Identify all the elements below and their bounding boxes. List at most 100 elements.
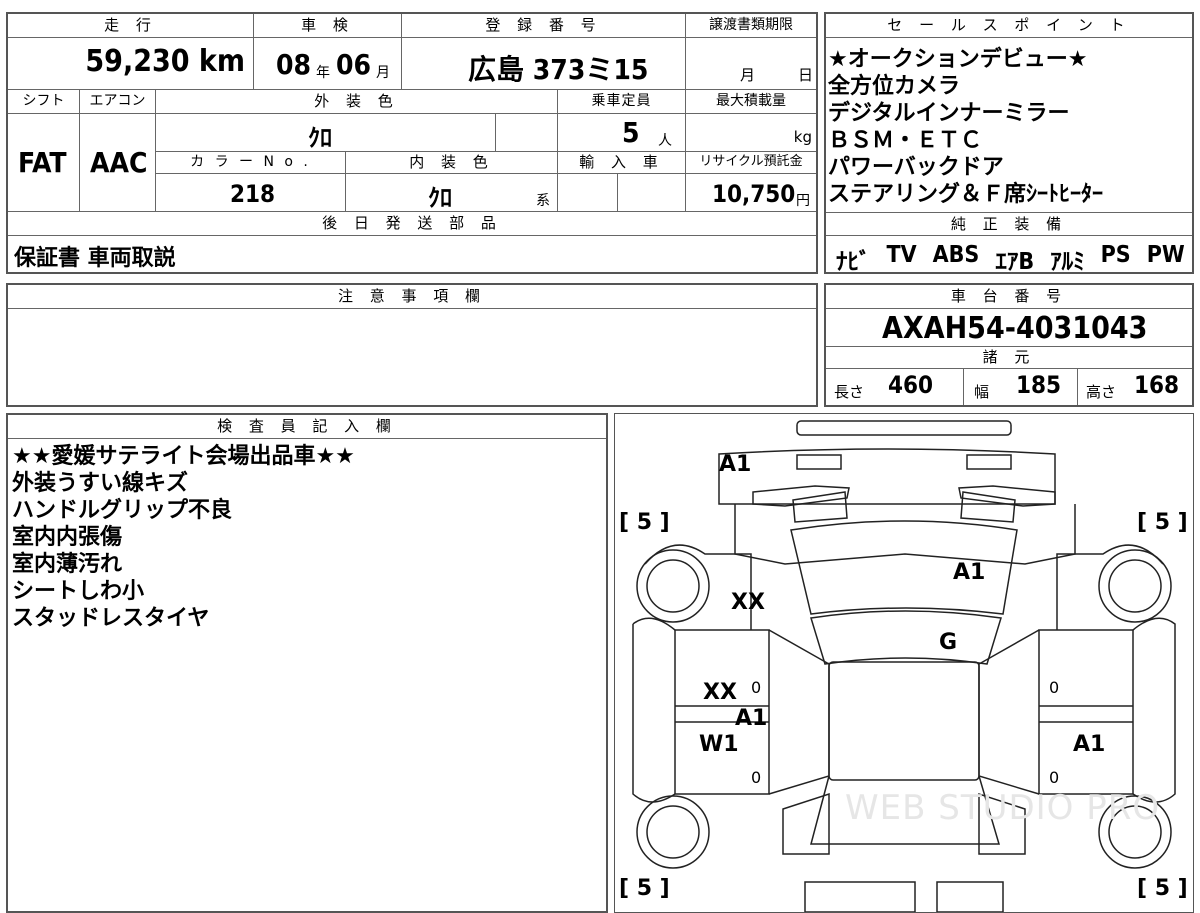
tire-grade-front-right: [ 5 ] (1137, 510, 1188, 535)
exterior-color-header: 外 装 色 (156, 90, 558, 114)
vehicle-info-table: 走 行 車 検 登 録 番 号 譲渡書類期限 59,230 km 08 年 06… (6, 12, 818, 274)
inspection-year: 08 (276, 48, 312, 81)
equipment-item: ABS (932, 242, 980, 268)
damage-label-hood: A1 (953, 560, 986, 585)
mileage-header: 走 行 (8, 14, 254, 38)
equipment-item: ｱﾙﾐ (1050, 249, 1085, 275)
inspector-item: スタッドレスタイヤ (12, 606, 210, 631)
spec-width-cell: 幅 185 (964, 369, 1078, 405)
transfer-deadline-header: 譲渡書類期限 (686, 14, 816, 38)
capacity-header: 乗車定員 (558, 90, 686, 114)
recycle-cell: 10,750 円 (686, 174, 816, 212)
damage-label-left-sill: A1 (735, 706, 768, 731)
aircon-value: AAC (90, 146, 148, 179)
aircon-cell: AAC (80, 114, 156, 212)
import-header: 輸 入 車 (558, 152, 686, 174)
deadline-month-unit: 月 (740, 66, 756, 84)
damage-label-front-bumper: A1 (719, 452, 752, 477)
chassis-header: 車 台 番 号 (826, 285, 1192, 309)
inspection-month: 06 (336, 48, 372, 81)
sales-point-item: ★オークションデビュー★ (828, 47, 1088, 72)
inspection-cell: 08 年 06 月 (254, 38, 402, 90)
exterior-color-extra-cell (496, 114, 558, 152)
watermark: WEB STUDIO PRO (845, 788, 1161, 828)
equipment-item: ｴｱB (995, 249, 1035, 275)
spec-length-cell: 長さ 460 (826, 369, 964, 405)
registration-value: 広島 373ミ15 (468, 53, 649, 86)
inspector-box: 検 査 員 記 入 欄 ★★愛媛サテライト会場出品車★★ 外装うすい線キズ ハン… (6, 413, 608, 913)
inspector-item: ハンドルグリップ不良 (12, 498, 233, 523)
exterior-color-cell: ｸﾛ (156, 114, 496, 152)
spec-height-value: 168 (1134, 371, 1180, 399)
color-no-value: 218 (230, 180, 276, 208)
sales-point-item: ＢＳＭ・ＥＴＣ (828, 128, 983, 153)
inspection-month-unit: 月 (376, 65, 390, 81)
tire-grade-rear-left: [ 5 ] (619, 876, 670, 901)
car-outline (632, 420, 1176, 912)
inspector-item: シートしわ小 (12, 579, 145, 604)
max-load-cell: kg (686, 114, 816, 152)
equipment-item: PS (1100, 242, 1131, 268)
deadline-day-unit: 日 (798, 66, 814, 84)
spec-length-label: 長さ (834, 383, 865, 401)
sales-points-list: ★オークションデビュー★ 全方位カメラ デジタルインナーミラー ＢＳＭ・ＥＴＣ … (828, 46, 1103, 208)
damage-label-left-rear-door: W1 (699, 732, 739, 757)
max-load-unit: kg (793, 128, 812, 146)
registration-header: 登 録 番 号 (402, 14, 686, 38)
inspection-header: 車 検 (254, 14, 402, 38)
genuine-equipment-header: 純 正 装 備 (826, 212, 1192, 236)
mileage-cell: 59,230 km (8, 38, 254, 90)
interior-color-suffix: 系 (536, 193, 550, 209)
capacity-cell: 5 人 (558, 114, 686, 152)
transfer-deadline-cell: 月 日 (686, 38, 816, 90)
interior-color-header: 内 装 色 (346, 152, 558, 174)
recycle-header: リサイクル預託金 (686, 152, 816, 174)
spec-length-value: 460 (888, 371, 934, 399)
later-parts-value: 保証書 車両取説 (14, 246, 176, 271)
recycle-unit: 円 (796, 193, 810, 209)
registration-cell: 広島 373ミ15 (402, 38, 686, 90)
inspector-item: 室内内張傷 (12, 525, 123, 550)
color-no-header: カ ラ ー N o . (156, 152, 346, 174)
chassis-box: 車 台 番 号 AXAH54-4031043 諸 元 長さ 460 幅 185 … (824, 283, 1194, 407)
sales-point-item: デジタルインナーミラー (828, 101, 1070, 126)
door-mark: 0 (1049, 678, 1060, 697)
chassis-cell: AXAH54-4031043 (826, 309, 1192, 347)
import-cell-a (558, 174, 618, 212)
sales-points-box: セ ー ル ス ポ イ ン ト ★オークションデビュー★ 全方位カメラ デジタル… (824, 12, 1194, 276)
later-parts-cell: 保証書 車両取説 (8, 236, 816, 272)
inspector-item: 室内薄汚れ (12, 552, 123, 577)
interior-color-cell: ｸﾛ 系 (346, 174, 558, 212)
shift-value: FAT (18, 146, 67, 179)
notes-header: 注 意 事 項 欄 (8, 285, 816, 309)
tire-grade-rear-right: [ 5 ] (1137, 876, 1188, 901)
sales-point-item: ステアリング＆Ｆ席ｼｰﾄﾋｰﾀｰ (828, 182, 1104, 207)
shift-cell: FAT (8, 114, 80, 212)
genuine-equipment-list: ﾅﾋﾞ TV ABS ｴｱB ｱﾙﾐ PS PW (836, 242, 1185, 276)
color-no-cell: 218 (156, 174, 346, 212)
spec-height-cell: 高さ 168 (1078, 369, 1192, 405)
shift-header: シフト (8, 90, 80, 114)
recycle-value: 10,750 (712, 180, 796, 208)
door-mark: 0 (1049, 768, 1060, 787)
notes-box: 注 意 事 項 欄 (6, 283, 818, 407)
spec-height-label: 高さ (1086, 383, 1117, 401)
door-mark: 0 (751, 768, 762, 787)
import-cell-b (618, 174, 686, 212)
capacity-value: 5 (622, 116, 640, 149)
exterior-color-value: ｸﾛ (308, 124, 332, 152)
damage-label-windshield: G (939, 630, 958, 655)
door-mark: 0 (751, 678, 762, 697)
spec-width-value: 185 (1016, 371, 1062, 399)
max-load-header: 最大積載量 (686, 90, 816, 114)
chassis-value: AXAH54-4031043 (882, 311, 1148, 346)
sales-points-header: セ ー ル ス ポ イ ン ト (826, 14, 1192, 38)
equipment-item: TV (886, 242, 917, 268)
aircon-header: エアコン (80, 90, 156, 114)
equipment-item: ﾅﾋﾞ (836, 249, 871, 275)
inspector-header: 検 査 員 記 入 欄 (8, 415, 606, 439)
interior-color-value: ｸﾛ (428, 184, 452, 212)
tire-grade-front-left: [ 5 ] (619, 510, 670, 535)
spec-width-label: 幅 (974, 383, 990, 401)
mileage-value: 59,230 km (85, 44, 245, 79)
